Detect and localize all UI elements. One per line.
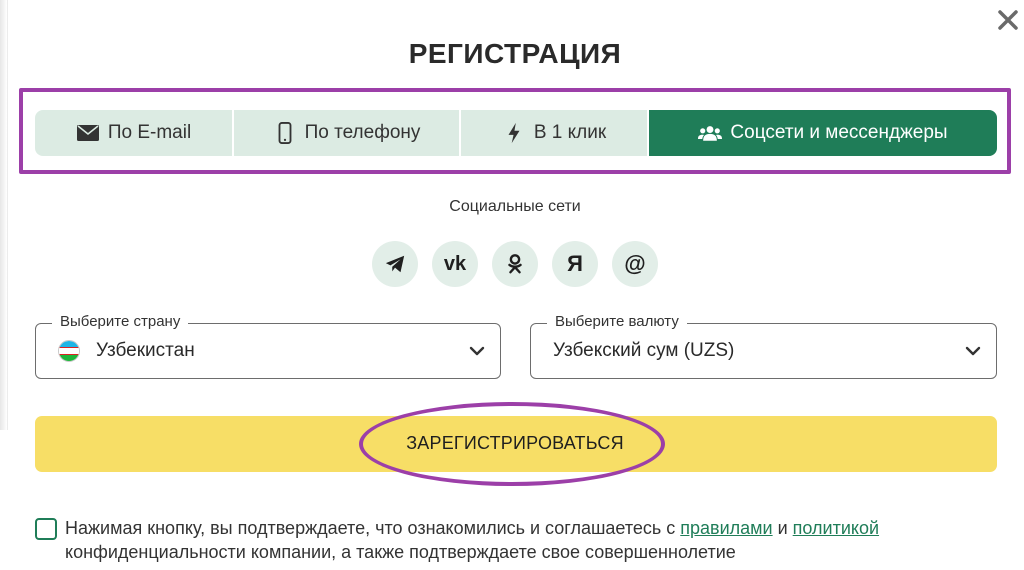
country-select-legend: Выберите страну — [52, 313, 189, 330]
odnoklassniki-icon — [508, 254, 522, 274]
registration-tabs: По E-mail По телефону В 1 клик Соцсети и… — [35, 110, 997, 156]
close-button[interactable] — [994, 6, 1022, 34]
tab-phone-label: По телефону — [304, 122, 421, 143]
mail-button[interactable]: @ — [612, 241, 658, 287]
chevron-down-icon — [965, 346, 981, 356]
policy-link[interactable]: политикой — [793, 518, 879, 538]
tab-social[interactable]: Соцсети и мессенджеры — [649, 110, 997, 156]
agreement-text: Нажимая кнопку, вы подтверждаете, что оз… — [65, 516, 1024, 564]
yandex-icon: Я — [567, 251, 583, 276]
users-icon — [698, 126, 723, 141]
envelope-icon — [76, 125, 99, 141]
tab-one-click[interactable]: В 1 клик — [461, 110, 649, 156]
tab-phone[interactable]: По телефону — [234, 110, 461, 156]
mail-icon: @ — [624, 251, 646, 276]
yandex-button[interactable]: Я — [552, 241, 598, 287]
rules-link[interactable]: правилами — [680, 518, 772, 538]
uzbekistan-flag-icon — [58, 340, 80, 362]
register-button-label: ЗАРЕГИСТРИРОВАТЬСЯ — [406, 433, 624, 453]
agreement-checkbox[interactable] — [35, 518, 57, 540]
currency-select-value: Узбекский сум (UZS) — [553, 340, 735, 361]
phone-icon — [278, 122, 292, 144]
currency-select-legend: Выберите валюту — [547, 313, 687, 330]
chevron-down-icon — [469, 346, 485, 356]
lightning-icon — [508, 122, 520, 144]
odnoklassniki-button[interactable] — [492, 241, 538, 287]
country-select-value: Узбекистан — [96, 340, 195, 361]
social-buttons: vk Я @ — [372, 241, 658, 287]
currency-select[interactable]: Выберите валюту Узбекский сум (UZS) — [530, 313, 997, 379]
tab-email-label: По E-mail — [107, 122, 192, 143]
tab-social-label: Соцсети и мессенджеры — [730, 122, 948, 143]
country-select[interactable]: Выберите страну Узбекистан — [35, 313, 501, 379]
vk-icon: vk — [443, 252, 467, 275]
page-title: РЕГИСТРАЦИЯ — [408, 38, 622, 69]
agreement-text-before: Нажимая кнопку, вы подтверждаете, что оз… — [65, 518, 681, 538]
social-networks-label: Социальные сети — [449, 198, 581, 215]
vk-button[interactable]: vk — [432, 241, 478, 287]
tab-email[interactable]: По E-mail — [35, 110, 234, 156]
telegram-button[interactable] — [372, 241, 418, 287]
close-icon — [998, 10, 1018, 30]
telegram-icon — [385, 255, 405, 273]
register-button[interactable]: ЗАРЕГИСТРИРОВАТЬСЯ — [35, 416, 997, 472]
agreement-text-after: конфиденциальности компании, а также под… — [65, 542, 736, 562]
agreement-and: и — [772, 518, 793, 538]
tab-one-click-label: В 1 клик — [533, 122, 607, 143]
